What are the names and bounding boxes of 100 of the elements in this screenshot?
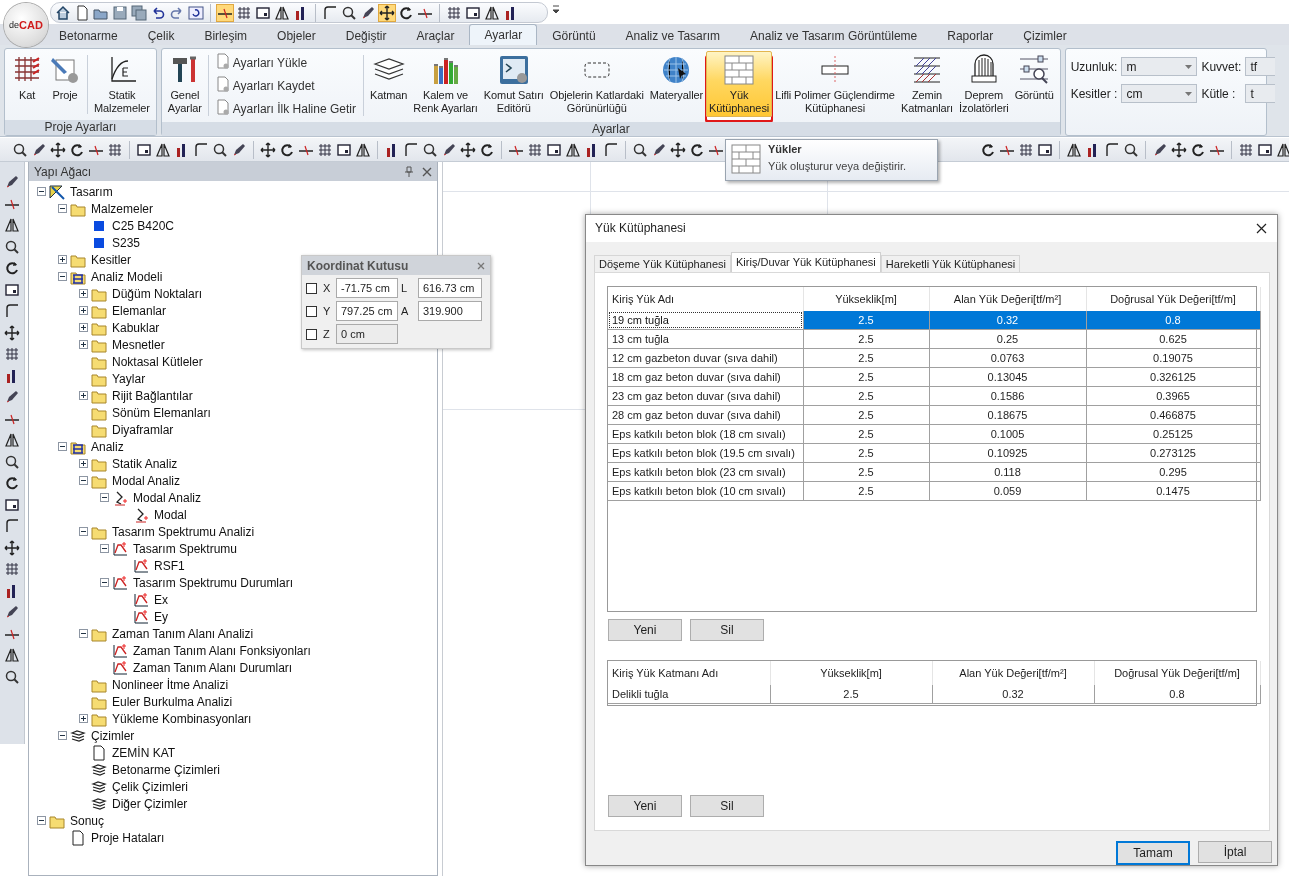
tree-item[interactable]: Zaman Tanım Alanı Durumları xyxy=(131,660,293,675)
dialog-button[interactable]: Yeni xyxy=(608,795,682,817)
tree-item[interactable]: Analiz Modeli xyxy=(89,269,163,284)
ribbon-button[interactable]: Proje xyxy=(46,51,84,117)
tree-item[interactable]: Sönüm Elemanları xyxy=(110,405,211,420)
tree-item[interactable]: Statik Analiz xyxy=(110,456,178,471)
tree-item[interactable]: C25 B420C xyxy=(110,218,175,233)
tree-item[interactable]: Malzemeler xyxy=(89,201,153,216)
coordinate-field[interactable]: 616.73 cm xyxy=(418,278,482,298)
table-cell: Eps katkılı beton blok (18 cm sıvalı) xyxy=(608,424,803,444)
tree-item[interactable]: Sonuç xyxy=(68,813,105,828)
unit-dropdown[interactable]: tf xyxy=(1245,57,1276,76)
tree-item[interactable]: Diğer Çizimler xyxy=(110,796,188,811)
ribbon-tab[interactable]: Analiz ve Tasarım xyxy=(610,25,736,45)
unit-dropdown[interactable]: t xyxy=(1245,84,1276,103)
tree-item[interactable]: Zaman Tanım Alanı Analizi xyxy=(110,626,254,641)
column-header[interactable]: Yükseklik[m] xyxy=(770,660,932,685)
column-header[interactable]: Alan Yük Değeri[tf/m²] xyxy=(932,660,1094,685)
coordinate-field[interactable]: 0 cm xyxy=(336,324,398,344)
tree-item[interactable]: Zaman Tanım Alanı Fonksiyonları xyxy=(131,643,311,658)
tree-item[interactable]: Euler Burkulma Analizi xyxy=(110,694,233,709)
ribbon-button[interactable]: Zemin Katmanları xyxy=(897,51,957,117)
table-cell: 0.059 xyxy=(929,481,1086,501)
ribbon-tab[interactable]: Çizimler xyxy=(1008,25,1082,45)
dialog-tab[interactable]: Döşeme Yük Kütüphanesi xyxy=(594,254,731,272)
ribbon-button[interactable]: Kat xyxy=(8,51,46,117)
tree-item[interactable]: S235 xyxy=(110,235,141,250)
coordinate-field[interactable]: -71.75 cm xyxy=(336,278,398,298)
tree-item[interactable]: Rijit Bağlantılar xyxy=(110,388,193,403)
column-header[interactable]: Doğrusal Yük Değeri[tf/m] xyxy=(1094,660,1260,685)
column-header[interactable]: Kiriş Yük Katmanı Adı xyxy=(608,660,770,685)
ribbon-small-button[interactable]: Ayarları Yükle xyxy=(215,53,356,72)
ribbon-small-button[interactable]: Ayarları Kaydet xyxy=(215,76,356,95)
tree-item[interactable]: Elemanlar xyxy=(110,303,167,318)
dialog-button[interactable]: Sil xyxy=(690,795,764,817)
tree-item[interactable]: Modal xyxy=(152,507,187,522)
ribbon-tab[interactable]: Çelik xyxy=(132,25,190,45)
ribbon-button[interactable]: Statik Malzemeler xyxy=(91,51,153,117)
tree-item[interactable]: Yaylar xyxy=(110,371,146,386)
coordinate-field[interactable]: 319.900 xyxy=(418,301,482,321)
column-header[interactable]: Alan Yük Değeri[tf/m²] xyxy=(929,286,1086,311)
ribbon-button[interactable]: Komut Satırı Editörü xyxy=(480,51,547,117)
ribbon-tab[interactable]: Analiz ve Tasarım Görüntüleme xyxy=(735,25,933,45)
tree-item[interactable]: Diyaframlar xyxy=(110,422,174,437)
tree-item[interactable]: Tasarım xyxy=(68,184,113,199)
tree-item[interactable]: Yükleme Kombinasyonları xyxy=(110,711,252,726)
tree-item[interactable]: Modal Analiz xyxy=(131,490,202,505)
tree-item[interactable]: Tasarım Spektrumu Analizi xyxy=(110,524,255,539)
column-header[interactable]: Yükseklik[m] xyxy=(803,286,929,311)
ribbon-button[interactable]: Genel Ayarlar xyxy=(164,51,205,117)
ribbon-small-button[interactable]: Ayarları İlk Haline Getir xyxy=(215,99,356,118)
app-logo[interactable]: deCAD xyxy=(4,3,48,47)
table-cell: 0.273125 xyxy=(1086,443,1260,463)
tree-item[interactable]: Analiz xyxy=(89,439,124,454)
cancel-button[interactable]: İptal xyxy=(1198,841,1272,863)
dialog-button[interactable]: Yeni xyxy=(608,618,682,641)
table-cell: 0.1586 xyxy=(929,386,1086,406)
tree-item[interactable]: Tasarım Spektrumu xyxy=(131,541,238,556)
ribbon-tab[interactable]: Objeler xyxy=(262,25,331,45)
tree-item[interactable]: Kesitler xyxy=(89,252,131,267)
ribbon-tab[interactable]: Ayarlar xyxy=(469,24,538,45)
ribbon-button[interactable]: Görüntü xyxy=(1011,51,1057,117)
tree-item[interactable]: ZEMİN KAT xyxy=(110,745,176,760)
ok-button[interactable]: Tamam xyxy=(1116,841,1190,865)
tree-item[interactable]: Mesnetler xyxy=(110,337,165,352)
tree-item[interactable]: Proje Hataları xyxy=(89,830,165,845)
tree-item[interactable]: Tasarım Spektrumu Durumları xyxy=(131,575,294,590)
tree-item[interactable]: RSF1 xyxy=(152,558,185,573)
ribbon-button[interactable]: Katman xyxy=(366,51,411,117)
tree-item[interactable]: Noktasal Kütleler xyxy=(110,354,203,369)
ribbon-button[interactable]: Materyaller xyxy=(646,51,707,117)
unit-dropdown[interactable]: cm xyxy=(1121,84,1198,103)
dialog-title: Yük Kütüphanesi xyxy=(595,221,686,236)
tree-item[interactable]: Ey xyxy=(152,609,168,624)
ribbon-tab[interactable]: Birleşim xyxy=(189,25,263,45)
unit-dropdown[interactable]: m xyxy=(1121,57,1198,76)
ribbon-button[interactable]: Lifli Polimer Güçlendirme Kütüphanesi xyxy=(772,51,898,117)
ribbon-button[interactable]: Objelerin Katlardaki Görünürlüğü xyxy=(546,51,647,117)
tree-item[interactable]: Ex xyxy=(152,592,168,607)
ribbon-button[interactable]: Deprem İzolatörleri xyxy=(956,51,1012,117)
ribbon-tab[interactable]: Değiştir xyxy=(330,25,402,45)
dialog-tab[interactable]: Hareketli Yük Kütüphanesi xyxy=(880,254,1021,272)
tree-item[interactable]: Kabuklar xyxy=(110,320,160,335)
ribbon-button[interactable]: Kalem ve Renk Ayarları xyxy=(410,51,481,117)
dialog-tab[interactable]: Kiriş/Duvar Yük Kütüphanesi xyxy=(731,251,881,272)
column-header[interactable]: Doğrusal Yük Değeri[tf/m] xyxy=(1086,286,1260,311)
tree-item[interactable]: Modal Analiz xyxy=(110,473,181,488)
tree-item[interactable]: Betonarme Çizimleri xyxy=(110,762,221,777)
tree-item[interactable]: Çizimler xyxy=(89,728,135,743)
tree-item[interactable]: Düğüm Noktaları xyxy=(110,286,203,301)
column-header[interactable]: Kiriş Yük Adı xyxy=(608,286,803,311)
ribbon-tab[interactable]: Görüntü xyxy=(537,25,611,45)
table-cell: 23 cm gaz beton duvar (sıva dahil) xyxy=(608,386,803,406)
tree-item[interactable]: Çelik Çizimleri xyxy=(110,779,188,794)
coordinate-field[interactable]: 797.25 cm xyxy=(336,301,398,321)
dialog-button[interactable]: Sil xyxy=(690,618,764,641)
table-cell: 13 cm tuğla xyxy=(608,329,803,349)
ribbon-tab[interactable]: Raporlar xyxy=(932,25,1009,45)
tree-item[interactable]: Nonlineer İtme Analizi xyxy=(110,677,229,692)
ribbon-tab[interactable]: Araçlar xyxy=(401,25,470,45)
